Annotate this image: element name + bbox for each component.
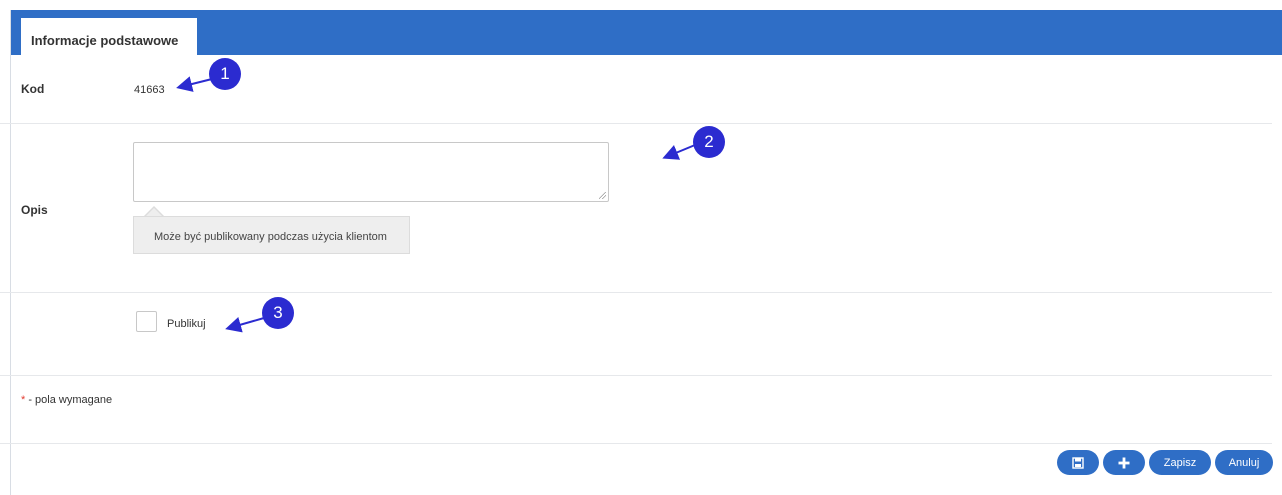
code-value: 41663 xyxy=(134,84,165,96)
required-note: * - pola wymagane xyxy=(21,394,112,406)
description-textarea[interactable] xyxy=(133,142,609,202)
cancel-button-label: Anuluj xyxy=(1228,456,1260,469)
save-and-close-icon xyxy=(1072,456,1084,469)
required-text: - pola wymagane xyxy=(25,394,113,406)
row-code: Kod 41663 xyxy=(0,55,1272,124)
annotation-marker-3: 3 xyxy=(262,297,294,329)
annotation-marker-1: 1 xyxy=(209,58,241,90)
hint-text: Może być publikowany podczas użycia klie… xyxy=(154,231,387,243)
row-publish xyxy=(0,293,1272,376)
save-button-label: Zapisz xyxy=(1163,456,1197,469)
save-button[interactable]: Zapisz xyxy=(1149,450,1211,475)
publish-label[interactable]: Publikuj xyxy=(167,318,206,330)
row-required-note xyxy=(0,376,1272,444)
annotation-number: 1 xyxy=(220,64,230,83)
description-hint: Może być publikowany podczas użycia klie… xyxy=(133,216,410,254)
annotation-number: 2 xyxy=(704,132,714,151)
cancel-button[interactable]: Anuluj xyxy=(1215,450,1273,475)
add-button[interactable] xyxy=(1103,450,1145,475)
annotation-number: 3 xyxy=(273,303,283,322)
publish-checkbox[interactable] xyxy=(136,311,157,332)
description-label: Opis xyxy=(21,203,48,217)
tab-basic-info[interactable]: Informacje podstawowe xyxy=(21,18,197,55)
annotation-marker-2: 2 xyxy=(693,126,725,158)
tab-bar: Informacje podstawowe xyxy=(11,10,1282,55)
resize-grip-icon[interactable] xyxy=(599,192,606,199)
save-and-close-button[interactable] xyxy=(1057,450,1099,475)
plus-icon xyxy=(1118,457,1130,469)
code-label: Kod xyxy=(21,82,45,96)
tab-label: Informacje podstawowe xyxy=(31,33,179,48)
